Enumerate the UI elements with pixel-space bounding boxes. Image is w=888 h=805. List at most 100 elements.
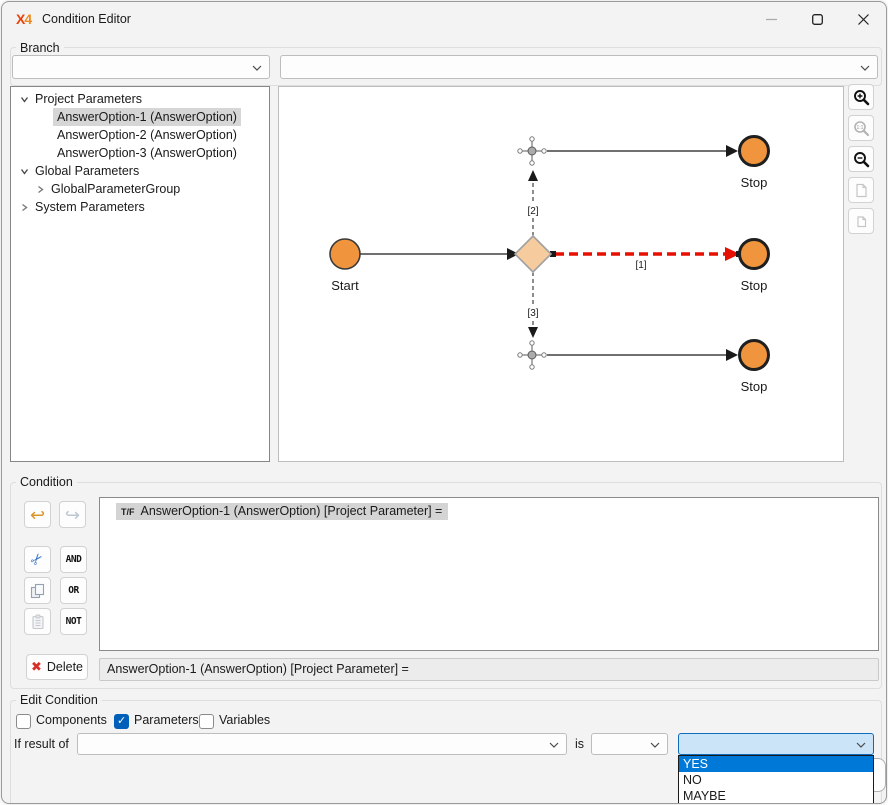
parameter-tree: Project Parameters AnswerOption-1 (Answe… xyxy=(10,86,270,462)
tree-item-project-parameters[interactable]: Project Parameters xyxy=(11,90,269,108)
page-small-icon xyxy=(854,214,869,229)
tree-item-globalparametergroup[interactable]: GlobalParameterGroup xyxy=(11,180,269,198)
undo-button[interactable]: ↩ xyxy=(24,501,51,528)
window-title: Condition Editor xyxy=(42,12,131,26)
zoom-out-icon xyxy=(853,151,870,168)
zoom-in-button[interactable] xyxy=(848,84,874,110)
maximize-button[interactable] xyxy=(794,2,840,37)
scissors-icon: ✂ xyxy=(28,550,48,569)
parameters-checkbox-label: Parameters xyxy=(134,713,199,727)
edge-junction-to-stop1[interactable] xyxy=(547,145,738,157)
redo-button[interactable]: ↪ xyxy=(59,501,86,528)
stop-node-top-label: Stop xyxy=(741,175,768,190)
edge-2-label: [2] xyxy=(527,206,538,217)
branch-group-label: Branch xyxy=(16,41,64,55)
tree-item-answeroption-3[interactable]: AnswerOption-3 (AnswerOption) xyxy=(11,144,269,162)
svg-text:1:1: 1:1 xyxy=(856,125,863,131)
or-button[interactable]: OR xyxy=(60,577,87,604)
edge-3-label: [3] xyxy=(527,308,538,319)
titlebar: X4 Condition Editor xyxy=(2,2,886,38)
stop-node-bottom[interactable]: Stop xyxy=(740,341,769,395)
truefalse-tag: T/F xyxy=(121,507,135,517)
tree-item-answeroption-1[interactable]: AnswerOption-1 (AnswerOption) xyxy=(11,108,269,126)
clipboard-paste-icon xyxy=(31,614,45,630)
junction-bottom[interactable] xyxy=(518,341,546,369)
edge-start-to-decision[interactable] xyxy=(360,248,519,260)
flow-diagram: [2] [3] xyxy=(279,87,843,461)
is-label: is xyxy=(575,737,584,751)
fit-page-button[interactable] xyxy=(848,177,874,203)
components-checkbox[interactable] xyxy=(16,714,31,729)
close-icon xyxy=(858,14,869,25)
edge-branch-2[interactable]: [2] xyxy=(524,170,542,236)
paste-button[interactable] xyxy=(24,608,51,635)
condition-expression-list[interactable]: T/F AnswerOption-1 (AnswerOption) [Projec… xyxy=(99,497,879,651)
undo-icon: ↩ xyxy=(30,506,45,524)
tree-item-system-parameters[interactable]: System Parameters xyxy=(11,198,269,216)
zoom-out-button[interactable] xyxy=(848,146,874,172)
dropdown-option-maybe[interactable]: MAYBE xyxy=(679,788,873,804)
branch-combobox[interactable]: BRANCH [#1 "Start" -> #7 "Stop"] xyxy=(280,55,878,79)
zoom-one-to-one-icon: 1:1 xyxy=(853,120,870,137)
condition-expression-row[interactable]: T/F AnswerOption-1 (AnswerOption) [Projec… xyxy=(116,503,448,520)
cut-button[interactable]: ✂ xyxy=(24,546,51,573)
start-node-label: Start xyxy=(331,278,359,293)
chevron-down-icon xyxy=(252,65,262,71)
edge-1-label: [1] xyxy=(635,260,646,271)
edit-condition-group-label: Edit Condition xyxy=(16,693,102,707)
chevron-down-icon xyxy=(856,742,866,748)
condition-expression-text: AnswerOption-1 (AnswerOption) [Project P… xyxy=(141,504,443,518)
if-result-of-label: If result of xyxy=(14,737,69,751)
delete-x-icon: ✖ xyxy=(31,659,42,675)
variables-checkbox-label: Variables xyxy=(219,713,270,727)
decision-node[interactable] xyxy=(515,236,551,272)
start-node[interactable]: Start xyxy=(330,239,360,293)
not-button[interactable]: NOT xyxy=(60,608,87,635)
branch-diagram-canvas[interactable]: [2] [3] xyxy=(278,86,844,462)
page-icon xyxy=(854,183,869,198)
condition-summary-text: AnswerOption-1 (AnswerOption) [Project P… xyxy=(107,662,409,676)
app-logo-x4: X4 xyxy=(16,11,31,27)
value-combobox[interactable] xyxy=(678,733,874,755)
condition-group-label: Condition xyxy=(16,475,77,489)
stop-node-middle[interactable]: Stop xyxy=(740,240,769,294)
chevron-collapsed-icon xyxy=(35,184,46,195)
maximize-icon xyxy=(812,14,823,25)
stop-node-bottom-label: Stop xyxy=(741,379,768,394)
zoom-in-icon xyxy=(853,89,870,106)
edge-branch-3[interactable]: [3] xyxy=(524,272,542,338)
components-checkbox-label: Components xyxy=(36,713,107,727)
stop-node-middle-label: Stop xyxy=(741,278,768,293)
chevron-down-icon xyxy=(650,742,660,748)
chevron-expanded-icon xyxy=(19,94,30,105)
delete-button[interactable]: ✖ Delete xyxy=(26,654,88,680)
chevron-down-icon xyxy=(549,742,559,748)
close-button[interactable] xyxy=(840,2,886,37)
dropdown-option-no[interactable]: NO xyxy=(679,772,873,788)
chevron-down-icon xyxy=(860,65,870,71)
operator-combobox[interactable]: = xyxy=(591,733,668,755)
edge-junction-to-stop3[interactable] xyxy=(547,349,738,361)
chevron-collapsed-icon xyxy=(19,202,30,213)
variables-checkbox[interactable] xyxy=(199,714,214,729)
chevron-expanded-icon xyxy=(19,166,30,177)
tree-item-answeroption-2[interactable]: AnswerOption-2 (AnswerOption) xyxy=(11,126,269,144)
minimize-icon xyxy=(766,14,777,25)
stop-node-top[interactable]: Stop xyxy=(740,137,769,191)
and-button[interactable]: AND xyxy=(60,546,87,573)
edge-branch-1-selected[interactable]: [1] xyxy=(550,247,742,271)
parameter-combobox[interactable]: AnswerOption-1 (AnswerOption) [Project P… xyxy=(77,733,567,755)
fit-selection-button[interactable] xyxy=(848,208,874,234)
parameters-checkbox[interactable] xyxy=(114,714,129,729)
minimize-button[interactable] xyxy=(748,2,794,37)
value-dropdown-list: YES NO MAYBE xyxy=(678,755,874,804)
copy-icon xyxy=(30,583,45,599)
zoom-reset-button[interactable]: 1:1 xyxy=(848,115,874,141)
tree-item-global-parameters[interactable]: Global Parameters xyxy=(11,162,269,180)
copy-button[interactable] xyxy=(24,577,51,604)
dropdown-option-yes[interactable]: YES xyxy=(679,756,873,772)
junction-top[interactable] xyxy=(518,137,546,165)
condition-editor-window: X4 Condition Editor Branch Parameters BR… xyxy=(1,1,887,804)
branch-category-combobox[interactable]: Parameters xyxy=(12,55,270,79)
condition-summary-bar: AnswerOption-1 (AnswerOption) [Project P… xyxy=(99,658,879,681)
